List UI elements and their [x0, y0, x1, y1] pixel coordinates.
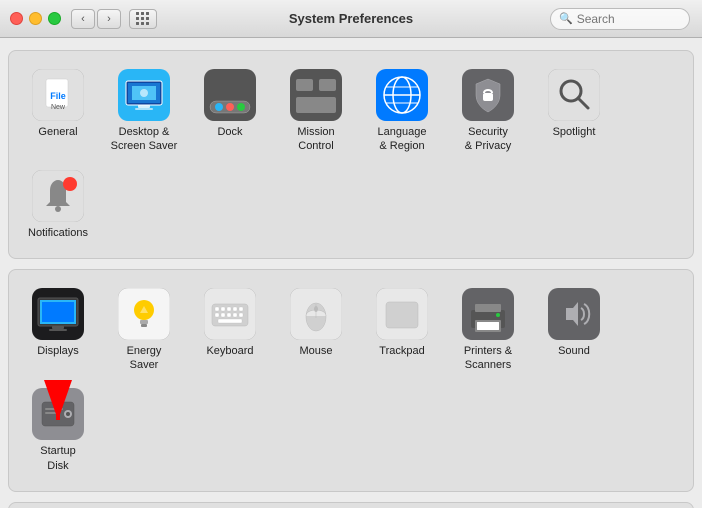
printers-scanners-item[interactable]: Printers &Scanners [447, 282, 529, 379]
forward-button[interactable]: › [97, 9, 121, 29]
security-privacy-label: Security& Privacy [465, 125, 511, 154]
security-privacy-icon [462, 69, 514, 121]
title-bar: ‹ › System Preferences 🔍 [0, 0, 702, 38]
spotlight-item[interactable]: Spotlight [533, 63, 615, 160]
sound-item[interactable]: Sound [533, 282, 615, 379]
displays-item[interactable]: Displays [17, 282, 99, 379]
keyboard-label: Keyboard [206, 344, 253, 358]
language-region-icon [376, 69, 428, 121]
personal-section: File New General [8, 50, 694, 259]
mission-control-label: MissionControl [297, 125, 334, 154]
keyboard-icon [204, 288, 256, 340]
mouse-label: Mouse [299, 344, 332, 358]
hardware-grid: Displays [17, 282, 685, 479]
language-region-item[interactable]: Language& Region [361, 63, 443, 160]
desktop-screensaver-label: Desktop &Screen Saver [111, 125, 178, 154]
search-box[interactable]: 🔍 [550, 8, 690, 30]
energy-saver-item[interactable]: EnergySaver [103, 282, 185, 379]
language-region-label: Language& Region [378, 125, 427, 154]
notifications-item[interactable]: Notifications [17, 164, 99, 246]
hardware-section: Displays [8, 269, 694, 492]
spotlight-icon [548, 69, 600, 121]
sound-icon [548, 288, 600, 340]
sound-label: Sound [558, 344, 590, 358]
keyboard-item[interactable]: Keyboard [189, 282, 271, 379]
search-icon: 🔍 [559, 12, 573, 25]
traffic-lights [10, 12, 61, 25]
notifications-label: Notifications [28, 226, 88, 240]
displays-label: Displays [37, 344, 79, 358]
trackpad-label: Trackpad [379, 344, 424, 358]
startup-disk-icon [32, 388, 84, 440]
mouse-item[interactable]: Mouse [275, 282, 357, 379]
startup-disk-item[interactable]: StartupDisk [17, 382, 99, 479]
grid-icon [136, 12, 150, 26]
search-input[interactable] [577, 12, 681, 26]
desktop-screensaver-item[interactable]: Desktop &Screen Saver [103, 63, 185, 160]
displays-icon [32, 288, 84, 340]
startup-disk-label: StartupDisk [40, 444, 75, 473]
internet-section: iCloud @ InternetAccounts [8, 502, 694, 508]
grid-view-button[interactable] [129, 9, 157, 29]
main-content: File New General [0, 38, 702, 508]
spotlight-label: Spotlight [553, 125, 596, 139]
trackpad-item[interactable]: Trackpad [361, 282, 443, 379]
close-button[interactable] [10, 12, 23, 25]
mission-control-item[interactable]: MissionControl [275, 63, 357, 160]
nav-buttons: ‹ › [71, 9, 121, 29]
maximize-button[interactable] [48, 12, 61, 25]
general-label: General [38, 125, 77, 139]
desktop-screensaver-icon [118, 69, 170, 121]
svg-text:File: File [50, 91, 66, 101]
window-title: System Preferences [289, 11, 413, 26]
printers-scanners-icon [462, 288, 514, 340]
energy-saver-icon [118, 288, 170, 340]
printers-scanners-label: Printers &Scanners [464, 344, 512, 373]
back-button[interactable]: ‹ [71, 9, 95, 29]
notifications-icon [32, 170, 84, 222]
mouse-icon [290, 288, 342, 340]
dock-item[interactable]: Dock [189, 63, 271, 160]
energy-saver-label: EnergySaver [127, 344, 162, 373]
svg-text:New: New [51, 104, 66, 111]
dock-icon [204, 69, 256, 121]
trackpad-icon [376, 288, 428, 340]
minimize-button[interactable] [29, 12, 42, 25]
personal-grid: File New General [17, 63, 685, 246]
general-item[interactable]: File New General [17, 63, 99, 160]
mission-control-icon [290, 69, 342, 121]
dock-label: Dock [217, 125, 242, 139]
general-icon: File New [32, 69, 84, 121]
security-privacy-item[interactable]: Security& Privacy [447, 63, 529, 160]
